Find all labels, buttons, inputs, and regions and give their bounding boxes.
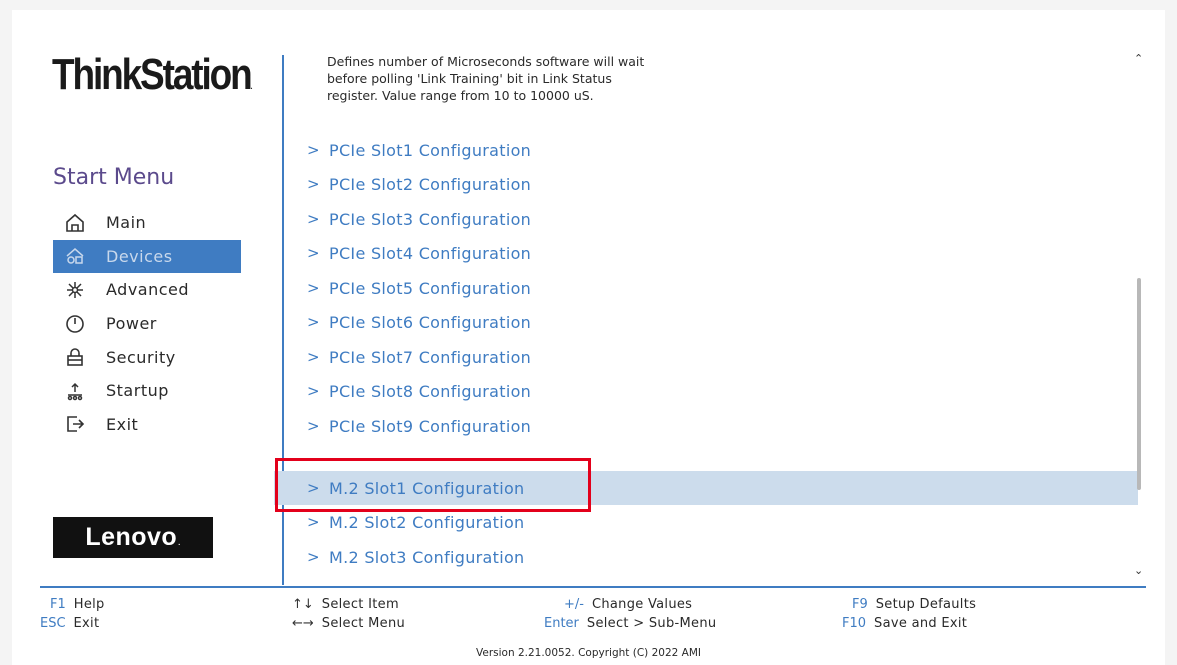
chevron-right-icon: > — [307, 244, 320, 262]
startup-icon — [61, 381, 89, 401]
config-item-pcie-slot7[interactable]: > PCIe Slot7 Configuration — [274, 340, 1138, 374]
chevron-right-icon: > — [307, 141, 320, 159]
config-item-pcie-slot4[interactable]: > PCIe Slot4 Configuration — [274, 236, 1138, 270]
config-item-label: PCIe Slot9 Configuration — [329, 416, 532, 436]
config-item-label: PCIe Slot8 Configuration — [329, 381, 532, 401]
highlight-box — [275, 458, 591, 512]
key-label: F1 — [50, 597, 66, 612]
lock-icon — [61, 347, 89, 367]
home-icon — [61, 213, 89, 233]
help-text-line: register. Value range from 10 to 10000 u… — [327, 88, 594, 103]
thinkstation-logo: ThinkStation. — [52, 50, 253, 99]
footer-key-help: F1 Help — [50, 595, 105, 614]
config-item-label: PCIe Slot1 Configuration — [329, 140, 532, 160]
chevron-right-icon: > — [307, 548, 320, 566]
advanced-icon — [61, 280, 89, 300]
config-item-label: PCIe Slot5 Configuration — [329, 278, 532, 298]
sidebar-item-security[interactable]: Security — [53, 340, 241, 374]
config-item-pcie-slot5[interactable]: > PCIe Slot5 Configuration — [274, 271, 1138, 305]
config-item-label: PCIe Slot2 Configuration — [329, 174, 532, 194]
start-menu-title: Start Menu — [53, 165, 175, 190]
key-desc: Setup Defaults — [875, 597, 977, 612]
key-desc: Help — [73, 597, 105, 612]
sidebar-item-label: Startup — [106, 381, 169, 401]
config-item-label: PCIe Slot4 Configuration — [329, 243, 532, 263]
sidebar-item-advanced[interactable]: Advanced — [53, 273, 241, 307]
chevron-right-icon: > — [307, 279, 320, 297]
key-desc: Save and Exit — [874, 616, 968, 631]
horizontal-divider — [40, 586, 1146, 588]
help-text-line: before polling 'Link Training' bit in Li… — [327, 71, 612, 86]
key-label: F10 — [842, 616, 867, 631]
bios-screen: ThinkStation. Start Menu Main Devices Ad… — [12, 10, 1165, 665]
footer-key-select-menu: ←→ Select Menu — [292, 614, 405, 633]
footer-key-setup-defaults: F9 Setup Defaults — [852, 595, 976, 614]
left-right-arrow-icon: ←→ — [292, 616, 314, 631]
exit-icon — [61, 414, 89, 434]
key-label: F9 — [852, 597, 868, 612]
sidebar-item-exit[interactable]: Exit — [53, 408, 241, 442]
sidebar-item-label: Power — [106, 314, 157, 334]
config-item-pcie-slot2[interactable]: > PCIe Slot2 Configuration — [274, 167, 1138, 201]
chevron-right-icon: > — [307, 348, 320, 366]
help-text: Defines number of Microseconds software … — [327, 53, 747, 104]
chevron-right-icon: > — [307, 313, 320, 331]
footer-key-exit: ESC Exit — [40, 614, 99, 633]
key-desc: Exit — [73, 616, 100, 631]
footer-key-select-item: ↑↓ Select Item — [292, 595, 399, 614]
sidebar-item-label: Exit — [106, 414, 139, 434]
chevron-right-icon: > — [307, 513, 320, 531]
footer-keys: F1 Help ESC Exit ↑↓ Select Item ←→ Selec… — [12, 592, 1165, 652]
config-item-pcie-slot9[interactable]: > PCIe Slot9 Configuration — [274, 409, 1138, 443]
key-desc: Change Values — [591, 597, 693, 612]
config-item-label: PCIe Slot6 Configuration — [329, 312, 532, 332]
sidebar-item-label: Advanced — [106, 280, 190, 300]
config-item-pcie-slot1[interactable]: > PCIe Slot1 Configuration — [274, 133, 1138, 167]
config-item-pcie-slot3[interactable]: > PCIe Slot3 Configuration — [274, 202, 1138, 236]
config-item-label: PCIe Slot7 Configuration — [329, 347, 532, 367]
sidebar-item-label: Main — [106, 213, 147, 233]
sidebar-item-label: Devices — [106, 246, 173, 266]
key-label: +/- — [564, 597, 584, 612]
sidebar-item-label: Security — [106, 347, 176, 367]
key-desc: Select Menu — [321, 616, 406, 631]
version-text: Version 2.21.0052. Copyright (C) 2022 AM… — [476, 647, 701, 659]
config-item-pcie-slot6[interactable]: > PCIe Slot6 Configuration — [274, 305, 1138, 339]
up-down-arrow-icon: ↑↓ — [292, 597, 314, 612]
config-item-m2-slot3[interactable]: > M.2 Slot3 Configuration — [274, 540, 1138, 574]
sidebar-item-main[interactable]: Main — [53, 206, 241, 240]
footer-key-save-exit: F10 Save and Exit — [842, 614, 967, 633]
config-item-label: M.2 Slot2 Configuration — [329, 512, 525, 532]
devices-icon — [61, 246, 89, 266]
config-item-label: M.2 Slot3 Configuration — [329, 547, 525, 567]
chevron-right-icon: > — [307, 210, 320, 228]
power-icon — [61, 314, 89, 334]
key-desc: Select Item — [321, 597, 399, 612]
config-item-label: PCIe Slot3 Configuration — [329, 209, 532, 229]
scrollbar-thumb[interactable] — [1137, 278, 1141, 490]
scroll-up-icon[interactable]: ⌃ — [1134, 52, 1143, 65]
lenovo-logo: Lenovo. — [53, 517, 213, 558]
key-desc: Select > Sub-Menu — [586, 616, 717, 631]
footer-key-change-values: +/- Change Values — [564, 595, 692, 614]
key-label: Enter — [544, 616, 579, 631]
help-text-line: Defines number of Microseconds software … — [327, 54, 645, 69]
chevron-right-icon: > — [307, 175, 320, 193]
scroll-down-icon[interactable]: ⌄ — [1134, 564, 1143, 577]
sidebar-item-devices[interactable]: Devices — [53, 239, 241, 274]
sidebar-item-power[interactable]: Power — [53, 307, 241, 341]
footer-key-enter: Enter Select > Sub-Menu — [544, 614, 716, 633]
chevron-right-icon: > — [307, 382, 320, 400]
chevron-right-icon: > — [307, 417, 320, 435]
config-item-pcie-slot8[interactable]: > PCIe Slot8 Configuration — [274, 374, 1138, 408]
sidebar-item-startup[interactable]: Startup — [53, 374, 241, 408]
key-label: ESC — [40, 616, 66, 631]
sidebar-menu: Main Devices Advanced Power Security Sta… — [53, 206, 241, 441]
